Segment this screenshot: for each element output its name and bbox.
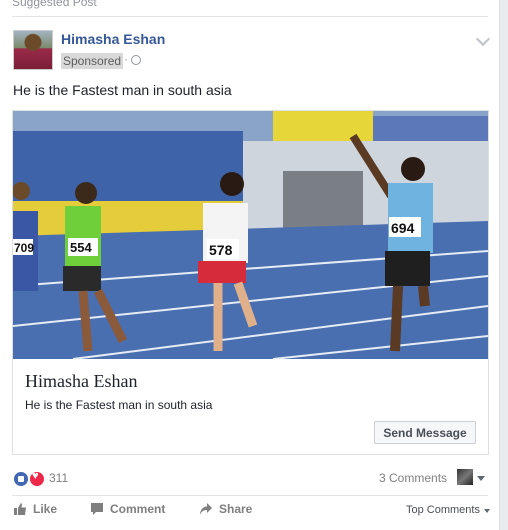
like-reaction-icon[interactable] bbox=[13, 471, 29, 487]
suggested-post-label: Suggested Post bbox=[12, 0, 97, 9]
viewer-avatar[interactable] bbox=[457, 469, 473, 485]
link-card[interactable]: 709 554 578 694 Himasha Eshan He is the … bbox=[12, 110, 489, 455]
speech-bubble-icon bbox=[91, 503, 103, 515]
share-button[interactable]: Share bbox=[199, 502, 252, 516]
sponsored-post: Suggested Post Himasha Eshan Sponsored ·… bbox=[0, 0, 500, 530]
link-card-title[interactable]: Himasha Eshan bbox=[25, 371, 137, 392]
top-comments-dropdown[interactable]: Top Comments bbox=[406, 504, 480, 516]
thumbs-up-icon bbox=[14, 503, 26, 515]
divider bbox=[12, 495, 488, 496]
post-options-chevron-icon[interactable] bbox=[475, 31, 491, 47]
sprinters-photo: 709 554 578 694 bbox=[13, 111, 488, 359]
link-card-description: He is the Fastest man in south asia bbox=[25, 398, 213, 412]
caret-down-icon[interactable] bbox=[477, 476, 485, 481]
like-label: Like bbox=[33, 502, 58, 516]
comments-count-link[interactable]: 3 Comments bbox=[379, 471, 447, 485]
link-card-image[interactable]: 709 554 578 694 bbox=[13, 111, 488, 359]
sponsored-label[interactable]: Sponsored bbox=[61, 53, 124, 69]
send-message-button[interactable]: Send Message bbox=[374, 421, 476, 444]
love-reaction-icon[interactable] bbox=[29, 470, 45, 487]
caret-down-icon[interactable] bbox=[484, 509, 490, 513]
author-name-link[interactable]: Himasha Eshan bbox=[61, 31, 165, 47]
reaction-count[interactable]: 311 bbox=[49, 471, 68, 485]
bib-578: 578 bbox=[209, 242, 233, 258]
divider bbox=[12, 16, 488, 17]
share-arrow-icon bbox=[200, 503, 212, 515]
separator-dot: · bbox=[124, 52, 128, 66]
comment-label: Comment bbox=[110, 502, 166, 516]
bib-694: 694 bbox=[391, 220, 415, 236]
globe-icon bbox=[131, 55, 141, 65]
feed-background bbox=[501, 0, 508, 530]
comment-button[interactable]: Comment bbox=[90, 502, 165, 516]
bib-554: 554 bbox=[70, 240, 92, 255]
post-text: He is the Fastest man in south asia bbox=[13, 82, 232, 98]
bib-709: 709 bbox=[14, 241, 34, 255]
author-avatar[interactable] bbox=[13, 30, 53, 70]
share-label: Share bbox=[219, 502, 253, 516]
like-button[interactable]: Like bbox=[13, 502, 57, 516]
